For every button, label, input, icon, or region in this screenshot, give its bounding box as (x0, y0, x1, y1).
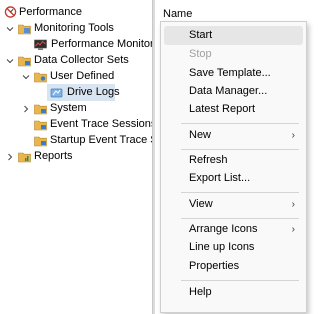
collapsed-chevron-icon[interactable] (6, 153, 14, 161)
monitor-icon (34, 39, 47, 50)
menu-item-arrange-icons[interactable]: Arrange Icons › (164, 220, 303, 239)
menu-item-label: Export List... (189, 172, 251, 184)
tree-item-performance-monitor[interactable]: Performance Monitor (0, 36, 152, 53)
tree-item-data-collector-sets[interactable]: Data Collector Sets (0, 52, 150, 69)
tree-item-reports[interactable]: Reports (0, 148, 150, 165)
folder-icon (34, 104, 47, 115)
menu-item-view[interactable]: View › (164, 195, 303, 214)
menu-separator (181, 123, 299, 124)
expanded-chevron-icon[interactable] (6, 57, 14, 65)
menu-item-latest-report[interactable]: Latest Report (164, 100, 303, 119)
menu-item-line-up-icons[interactable]: Line up Icons (164, 238, 303, 257)
menu-item-label: New (189, 129, 212, 141)
menu-item-label: Stop (189, 48, 212, 60)
expanded-chevron-icon[interactable] (6, 25, 14, 33)
menu-item-new[interactable]: New › (164, 126, 303, 145)
folder-icon (18, 24, 31, 35)
submenu-arrow-icon: › (291, 224, 295, 235)
menu-item-label: Properties (189, 260, 240, 272)
tree-item-label: Performance (19, 6, 82, 18)
folder-icon (34, 120, 47, 131)
menu-item-label: Data Manager... (189, 85, 268, 97)
submenu-arrow-icon: › (291, 199, 295, 210)
menu-item-data-manager[interactable]: Data Manager... (164, 82, 303, 101)
tree-item-label: Monitoring Tools (34, 22, 114, 34)
submenu-arrow-icon: › (291, 130, 295, 141)
menu-separator (181, 280, 299, 281)
menu-item-label: Refresh (189, 154, 228, 166)
tree-item-user-defined[interactable]: User Defined (0, 68, 150, 85)
menu-item-label: Latest Report (189, 103, 256, 115)
tree-item-label: Data Collector Sets (34, 54, 129, 66)
tree-item-label: System (50, 102, 87, 114)
collapsed-chevron-icon[interactable] (22, 105, 30, 113)
performance-icon (4, 6, 17, 18)
data-collector-icon (50, 88, 63, 98)
expanded-chevron-icon[interactable] (22, 73, 30, 81)
tree-item-startup-event-trace-sessions[interactable]: Startup Event Trace Ses (0, 132, 152, 149)
tree-item-label: Event Trace Sessions (50, 118, 152, 130)
menu-item-export-list[interactable]: Export List... (164, 169, 303, 188)
menu-item-label: View (189, 198, 213, 210)
menu-separator (181, 218, 299, 219)
menu-item-stop: Stop (164, 45, 303, 64)
tree-item-label: User Defined (50, 70, 115, 82)
menu-item-help[interactable]: Help (164, 283, 303, 302)
menu-item-label: Help (189, 286, 212, 298)
folder-icon (34, 136, 47, 147)
tree-item-label: Reports (34, 150, 73, 162)
tree-item-monitoring-tools[interactable]: Monitoring Tools (0, 20, 150, 37)
menu-item-label: Arrange Icons (189, 223, 258, 235)
menu-item-start[interactable]: Start (164, 26, 303, 45)
folder-icon (18, 56, 31, 67)
menu-item-label: Save Template... (189, 67, 271, 79)
menu-item-properties[interactable]: Properties (164, 257, 303, 276)
tree-item-label: Performance Monitor (51, 38, 152, 50)
tree-item-label: Startup Event Trace Ses (50, 134, 152, 146)
report-folder-icon (18, 152, 31, 163)
tree-item-event-trace-sessions[interactable]: Event Trace Sessions (0, 116, 152, 133)
tree-item-drive-logs[interactable]: Drive Logs (0, 84, 150, 101)
menu-separator (181, 149, 299, 150)
menu-separator (181, 192, 299, 193)
tree-item-system[interactable]: System (0, 100, 150, 117)
navigation-tree[interactable]: Performance Monitoring Tools Performance… (0, 0, 152, 314)
tree-item-performance[interactable]: Performance (0, 4, 150, 21)
menu-item-refresh[interactable]: Refresh (164, 151, 303, 170)
menu-item-save-template[interactable]: Save Template... (164, 64, 303, 83)
menu-item-label: Line up Icons (189, 241, 255, 253)
folder-icon (34, 72, 47, 83)
mmc-window: Performance Monitoring Tools Performance… (0, 0, 326, 314)
menu-item-label: Start (189, 29, 213, 41)
context-menu[interactable]: Start Stop Save Template... Data Manager… (160, 21, 307, 313)
tree-item-label: Drive Logs (67, 86, 120, 98)
